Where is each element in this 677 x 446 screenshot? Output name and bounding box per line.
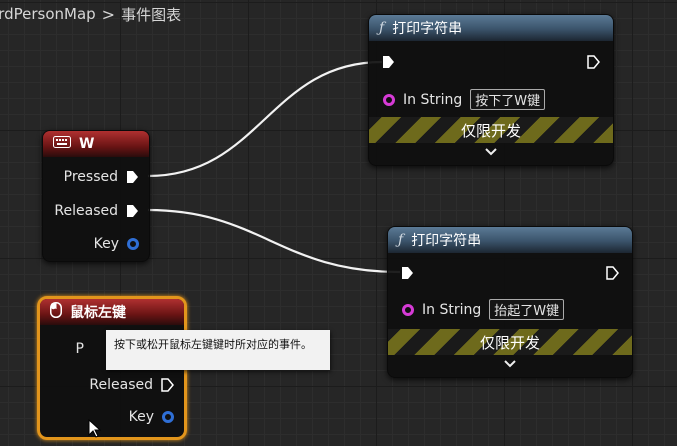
print-node-1-title: 打印字符串 bbox=[392, 21, 463, 37]
pin-mouse-key-label: Key bbox=[128, 409, 154, 425]
wire-released-to-print2 bbox=[147, 208, 401, 274]
exec-pin-icon[interactable] bbox=[126, 170, 139, 184]
tooltip-text: 按下或松开鼠标左键键时所对应的事件。 bbox=[114, 338, 312, 351]
pin-in-string-1[interactable]: In String 按下了W键 bbox=[383, 89, 546, 110]
exec-pin-icon[interactable] bbox=[126, 204, 139, 218]
mouse-icon bbox=[50, 302, 62, 322]
key-w-node-header[interactable]: W bbox=[43, 131, 149, 157]
pin-mouse-pressed[interactable]: P bbox=[76, 341, 84, 357]
in-string-value-2[interactable]: 抬起了W键 bbox=[489, 299, 565, 320]
mouse-cursor-icon bbox=[88, 419, 102, 438]
development-only-banner-1: 仅限开发 bbox=[369, 117, 613, 143]
exec-out-pin-icon[interactable] bbox=[606, 266, 619, 280]
pin-in-string-2[interactable]: In String 抬起了W键 bbox=[402, 299, 565, 320]
string-pin-icon[interactable] bbox=[402, 303, 414, 316]
struct-pin-icon[interactable] bbox=[162, 411, 174, 423]
print-string-node-2[interactable]: ƒ 打印字符串 In String 抬起了W键 仅限开发 bbox=[387, 226, 633, 378]
pin-mouse-released[interactable]: Released bbox=[89, 377, 174, 393]
print-node-2-title: 打印字符串 bbox=[411, 233, 482, 249]
print-node-2-header[interactable]: ƒ 打印字符串 bbox=[388, 227, 632, 253]
in-string-label-1: In String bbox=[403, 91, 463, 108]
chevron-down-icon[interactable] bbox=[388, 357, 632, 371]
print-node-1-header[interactable]: ƒ 打印字符串 bbox=[369, 15, 613, 41]
print-string-node-1[interactable]: ƒ 打印字符串 In String 按下了W键 仅限开发 bbox=[368, 14, 614, 166]
pin-key-label: Key bbox=[93, 236, 119, 252]
pin-pressed[interactable]: Pressed bbox=[64, 169, 139, 185]
pin-key[interactable]: Key bbox=[94, 236, 139, 252]
pin-mouse-key[interactable]: Key bbox=[129, 409, 174, 425]
chevron-down-icon[interactable] bbox=[369, 145, 613, 159]
key-w-node-title: W bbox=[79, 136, 95, 152]
pin-released-label: Released bbox=[54, 203, 118, 219]
pin-pressed-label: Pressed bbox=[63, 169, 118, 185]
pin-mouse-released-label: Released bbox=[89, 377, 153, 393]
key-w-event-node[interactable]: W Pressed Released Key bbox=[42, 130, 150, 262]
exec-pin-icon[interactable] bbox=[161, 378, 174, 392]
function-icon: ƒ bbox=[379, 20, 385, 36]
exec-in-pin-icon[interactable] bbox=[382, 55, 395, 69]
dev-only-label-2: 仅限开发 bbox=[479, 333, 540, 352]
pin-mouse-pressed-label: P bbox=[75, 341, 84, 357]
keyboard-icon bbox=[53, 136, 71, 152]
wire-pressed-to-print1 bbox=[147, 60, 383, 178]
mouse-node-title: 鼠标左键 bbox=[70, 305, 126, 321]
in-string-value-1[interactable]: 按下了W键 bbox=[470, 89, 546, 110]
dev-only-label-1: 仅限开发 bbox=[460, 121, 521, 140]
function-icon: ƒ bbox=[398, 232, 404, 248]
node-tooltip: 按下或松开鼠标左键键时所对应的事件。 bbox=[106, 330, 330, 370]
exec-in-pin-icon[interactable] bbox=[401, 266, 414, 280]
string-pin-icon[interactable] bbox=[383, 93, 395, 106]
development-only-banner-2: 仅限开发 bbox=[388, 329, 632, 355]
exec-out-pin-icon[interactable] bbox=[587, 55, 600, 69]
struct-pin-icon[interactable] bbox=[127, 238, 139, 250]
in-string-label-2: In String bbox=[422, 301, 482, 318]
mouse-node-header[interactable]: 鼠标左键 bbox=[40, 299, 184, 325]
pin-released[interactable]: Released bbox=[54, 203, 139, 219]
